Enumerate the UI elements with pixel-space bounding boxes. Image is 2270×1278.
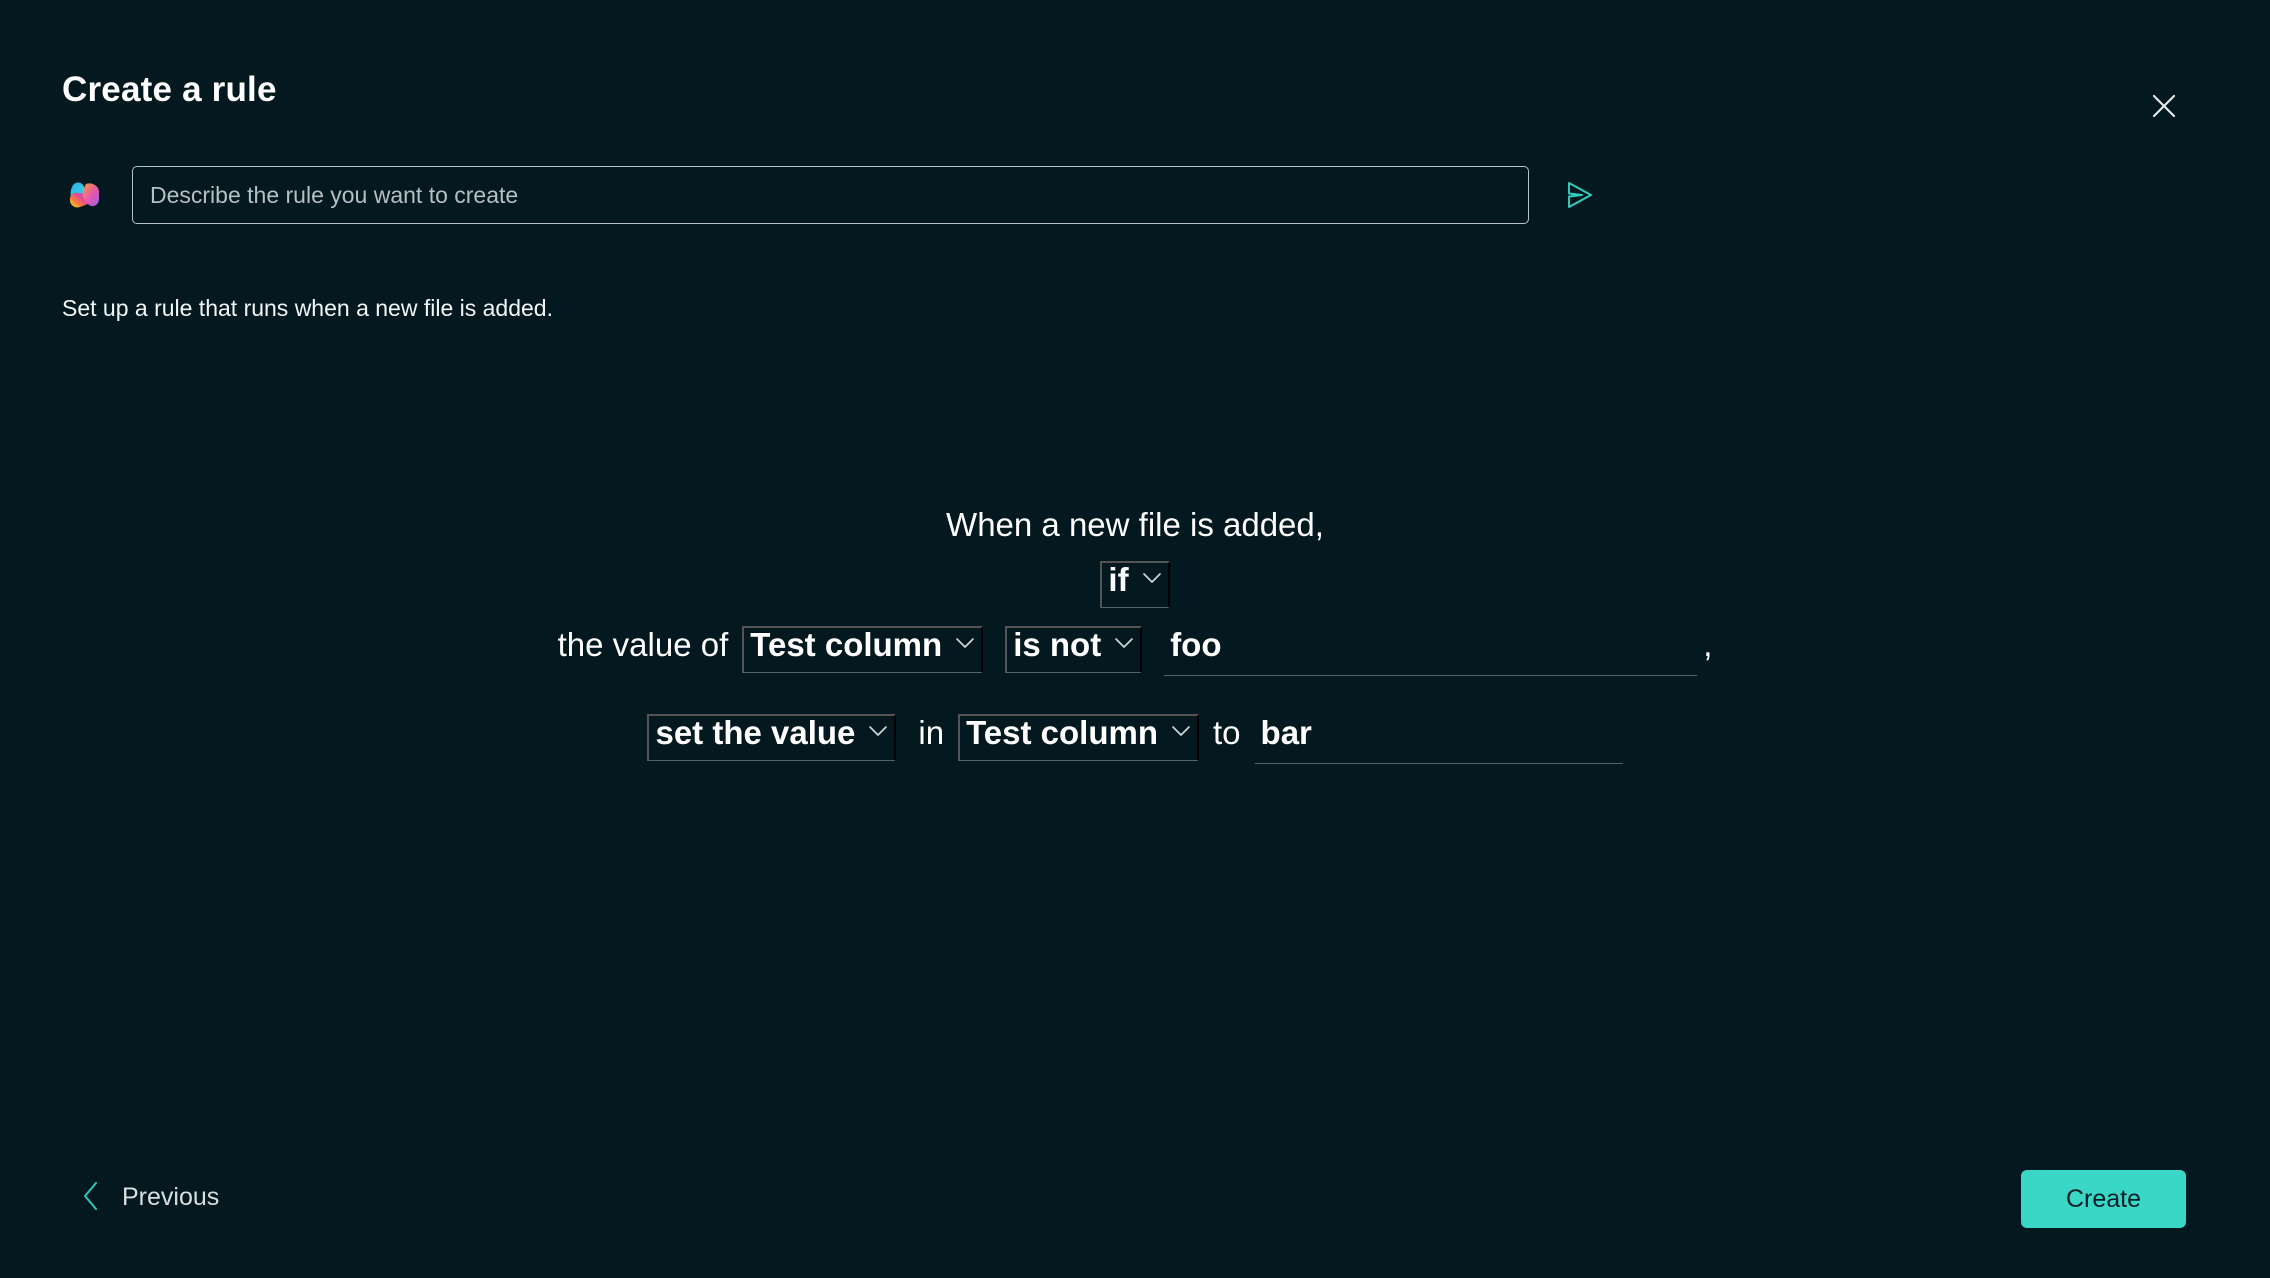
create-button[interactable]: Create <box>2021 1170 2186 1228</box>
close-icon <box>2151 93 2177 119</box>
trigger-text: When a new file is added, <box>946 506 1324 543</box>
close-button[interactable] <box>2142 84 2186 128</box>
action-verb-dropdown[interactable]: set the value <box>647 714 897 761</box>
rule-builder: When a new file is added, if the value o… <box>0 508 2270 764</box>
rule-trigger-line: When a new file is added, <box>946 508 1324 541</box>
action-value-input[interactable] <box>1254 714 1623 764</box>
chevron-down-icon <box>955 637 975 652</box>
page-title: Create a rule <box>62 70 277 109</box>
send-button[interactable] <box>1553 169 1605 221</box>
subtitle: Set up a rule that runs when a new file … <box>62 295 553 321</box>
copilot-prompt-row <box>62 165 1605 225</box>
rule-condition-line: the value of Test column is not foo , <box>557 626 1713 676</box>
action-in-text: in <box>918 714 945 751</box>
chevron-left-icon <box>82 1181 100 1214</box>
copilot-icon <box>62 172 108 218</box>
action-verb-label: set the value <box>655 714 856 751</box>
previous-button[interactable]: Previous <box>72 1173 229 1222</box>
action-column-label: Test column <box>966 714 1158 751</box>
condition-column-label: Test column <box>750 626 943 663</box>
rule-if-line: if <box>1100 561 1170 608</box>
send-icon <box>1562 178 1596 212</box>
condition-operator-dropdown[interactable]: is not <box>1005 626 1143 673</box>
condition-trailing-comma: , <box>1703 626 1713 663</box>
rule-action-line: set the value in Test column to bar <box>647 714 1623 764</box>
rule-description-input[interactable] <box>132 166 1529 224</box>
chevron-down-icon <box>1142 572 1162 587</box>
action-column-dropdown[interactable]: Test column <box>958 714 1199 761</box>
chevron-down-icon <box>1171 725 1191 740</box>
create-rule-dialog: Create a rule Describe the rule you want… <box>0 0 2270 1278</box>
create-button-label: Create <box>2065 1184 2142 1213</box>
condition-keyword-dropdown[interactable]: if <box>1100 561 1170 608</box>
chevron-down-icon <box>868 725 888 740</box>
condition-keyword-label: if <box>1108 561 1129 598</box>
chevron-down-icon <box>1114 637 1134 652</box>
condition-prefix-text: the value of <box>557 626 729 663</box>
action-to-text: to <box>1213 714 1241 751</box>
condition-value-input[interactable] <box>1164 626 1698 676</box>
condition-operator-label: is not <box>1013 626 1102 663</box>
condition-column-dropdown[interactable]: Test column <box>742 626 984 673</box>
previous-label: Previous <box>122 1183 220 1211</box>
